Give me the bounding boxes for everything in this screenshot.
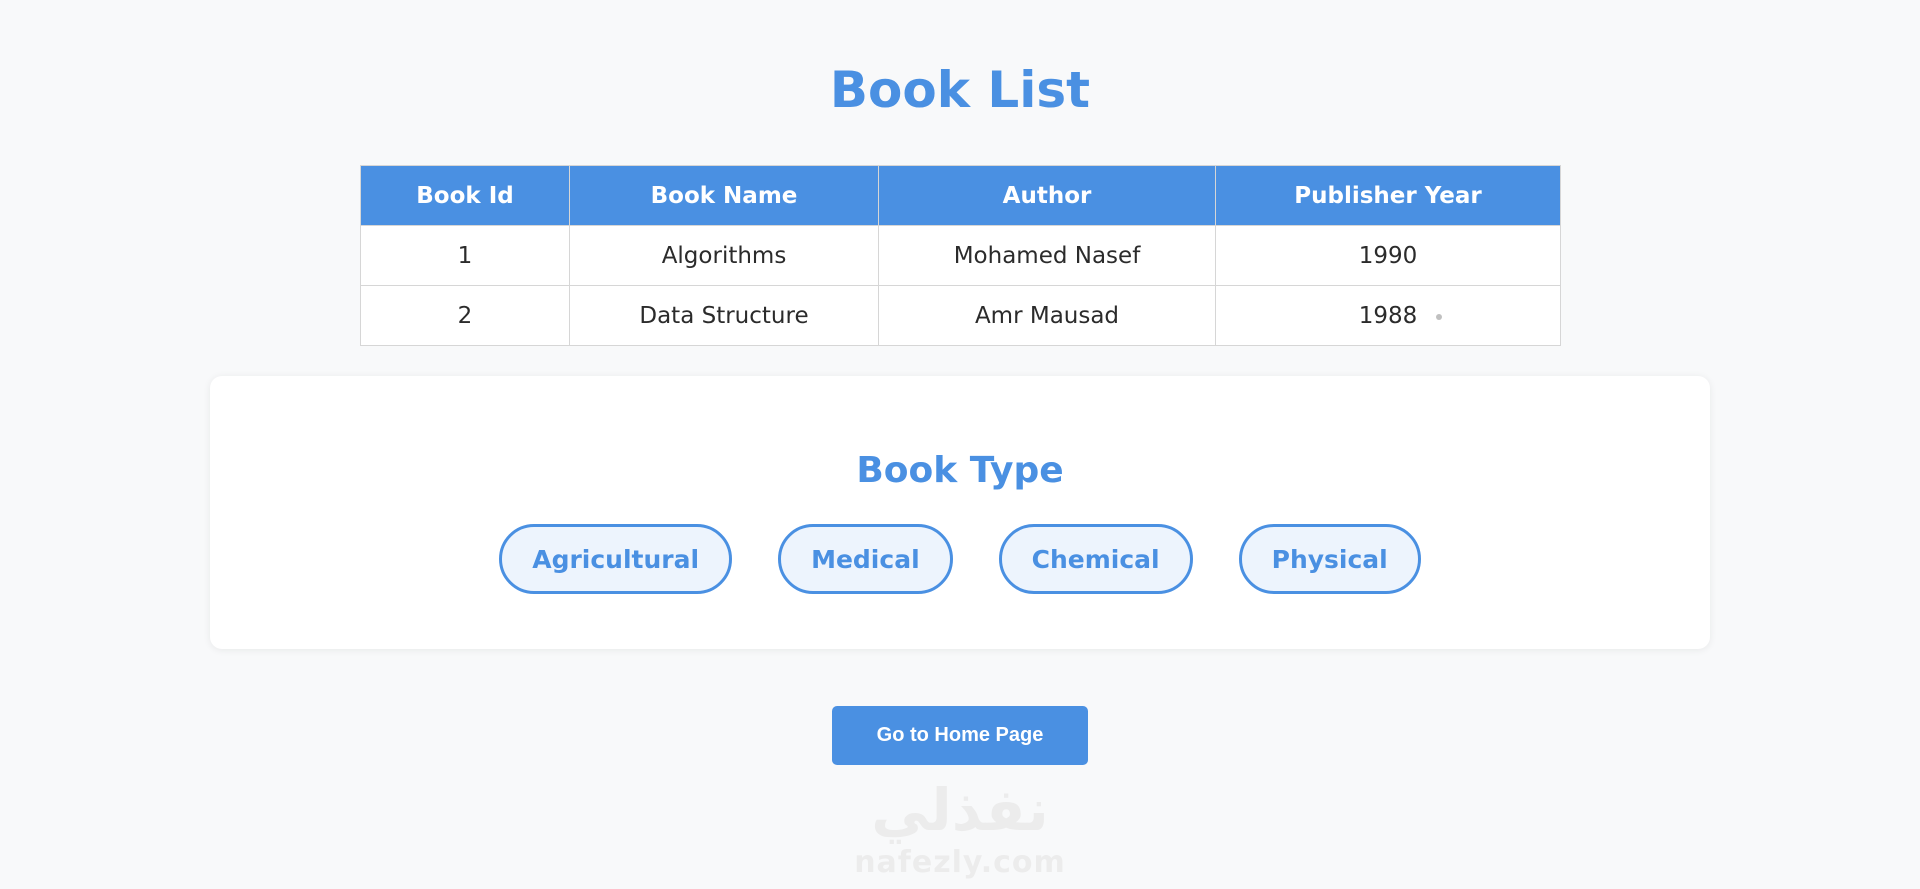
table-row: 1 Algorithms Mohamed Nasef 1990	[360, 225, 1561, 286]
book-type-title: Book Type	[856, 450, 1064, 491]
page-title: Book List	[829, 61, 1091, 119]
book-type-agricultural-button[interactable]: Agricultural	[499, 524, 733, 594]
watermark-arabic-text: نفذلي	[871, 776, 1049, 844]
column-header-author: Author	[878, 165, 1216, 226]
book-type-physical-button[interactable]: Physical	[1238, 524, 1421, 594]
book-type-card: Book Type Agricultural Medical Chemical …	[210, 376, 1710, 649]
go-to-home-page-button[interactable]: Go to Home Page	[832, 706, 1088, 765]
column-header-book-id: Book Id	[360, 165, 570, 226]
watermark-url-text: nafezly.com	[854, 845, 1066, 880]
book-type-list: Agricultural Medical Chemical Physical	[210, 524, 1710, 594]
column-header-publisher-year: Publisher Year	[1215, 165, 1561, 226]
book-table: Book Id Book Name Author Publisher Year …	[360, 165, 1561, 346]
cell-author: Mohamed Nasef	[878, 225, 1216, 286]
table-row: 2 Data Structure Amr Mausad 1988	[360, 285, 1561, 346]
cell-book-id: 1	[360, 225, 570, 286]
nafezly-watermark-logo: نفذلي nafezly.com	[830, 775, 1090, 887]
cell-book-name: Data Structure	[569, 285, 879, 346]
cell-book-id: 2	[360, 285, 570, 346]
cell-publisher-year: 1988	[1215, 285, 1561, 346]
cell-book-name: Algorithms	[569, 225, 879, 286]
table-header-row: Book Id Book Name Author Publisher Year	[360, 165, 1561, 226]
cell-author: Amr Mausad	[878, 285, 1216, 346]
book-type-chemical-button[interactable]: Chemical	[998, 524, 1193, 594]
cell-publisher-year: 1990	[1215, 225, 1561, 286]
book-type-medical-button[interactable]: Medical	[778, 524, 953, 594]
column-header-book-name: Book Name	[569, 165, 879, 226]
cursor-dot	[1436, 314, 1442, 320]
